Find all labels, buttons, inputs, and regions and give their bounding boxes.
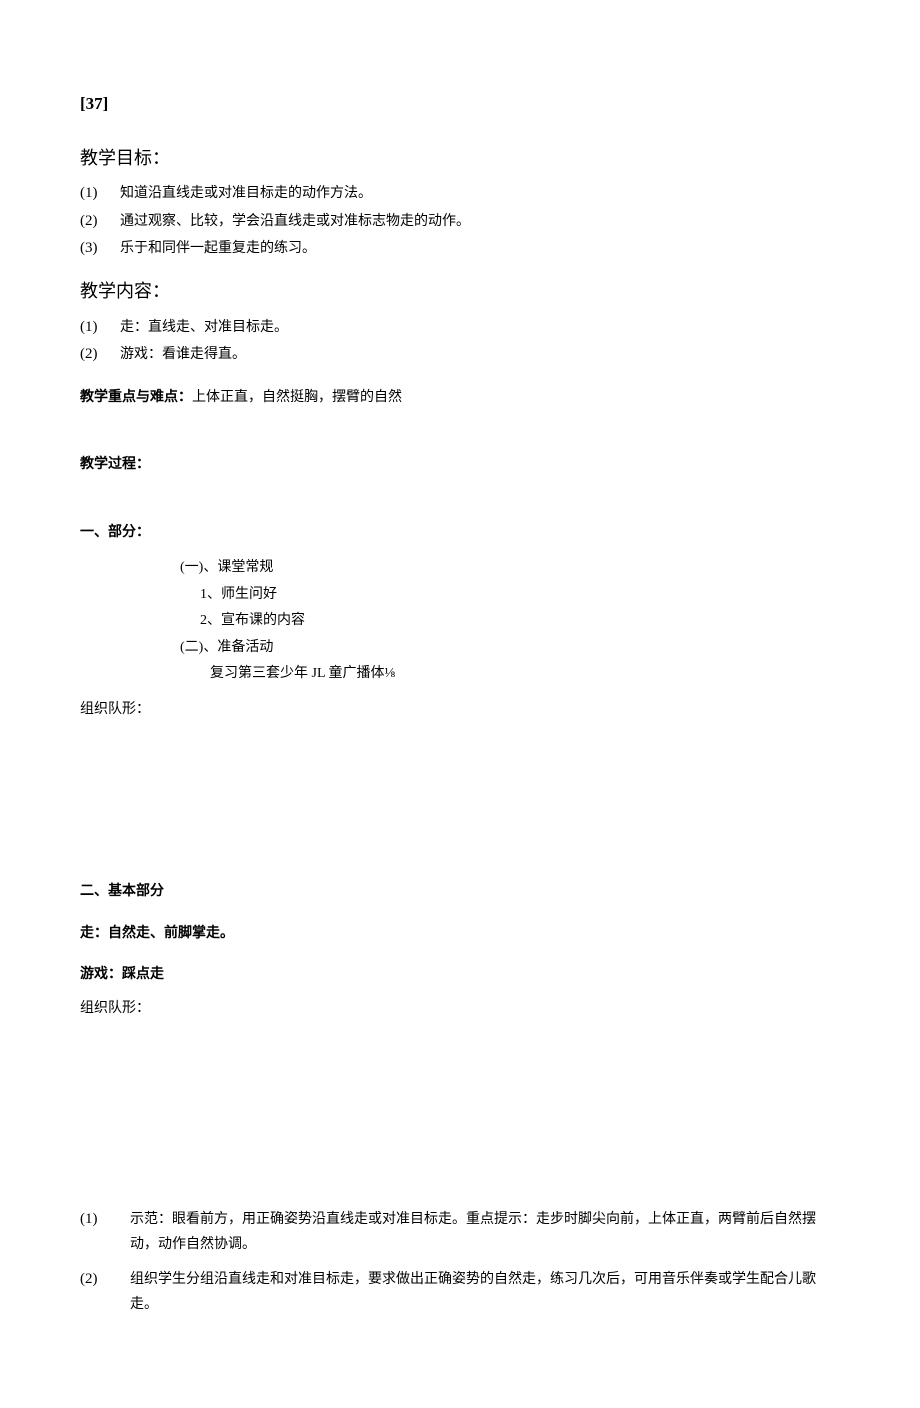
list-text: 组织学生分组沿直线走和对准目标走，要求做出正确姿势的自然走，练习几次后，可用音乐… <box>130 1267 840 1317</box>
list-marker: (2) <box>80 209 120 235</box>
part1-block: (一)、课堂常规 1、师生问好 2、宣布课的内容 (二)、准备活动 复习第三套少… <box>180 555 840 688</box>
list-item: (1) 示范：眼看前方，用正确姿势沿直线走或对准目标走。重点提示：走步时脚尖向前… <box>80 1207 840 1257</box>
p1-b: (二)、准备活动 <box>180 635 840 662</box>
p1-a1: 1、师生问好 <box>180 582 840 609</box>
list-text: 知道沿直线走或对准目标走的动作方法。 <box>120 182 840 206</box>
p1-a2: 2、宣布课的内容 <box>180 608 840 635</box>
keydiff-label: 教学重点与难点： <box>80 390 192 405</box>
list-marker: (1) <box>80 315 120 341</box>
p1-b1: 复习第三套少年 JL 童广播体⅛ <box>180 661 840 688</box>
heading-goals: 教学目标： <box>80 143 840 174</box>
heading-process: 教学过程： <box>80 453 840 477</box>
heading-walk: 走：自然走、前脚掌走。 <box>80 922 840 946</box>
list-text: 游戏：看谁走得直。 <box>120 343 840 367</box>
list-item: (2) 组织学生分组沿直线走和对准目标走，要求做出正确姿势的自然走，练习几次后，… <box>80 1267 840 1317</box>
page-number: [37] <box>80 90 840 119</box>
bottom-list: (1) 示范：眼看前方，用正确姿势沿直线走或对准目标走。重点提示：走步时脚尖向前… <box>80 1207 840 1318</box>
list-item: (1) 知道沿直线走或对准目标走的动作方法。 <box>80 181 840 207</box>
list-marker: (2) <box>80 1267 130 1293</box>
formation-2: 组织队形： <box>80 997 840 1021</box>
list-marker: (1) <box>80 181 120 207</box>
list-text: 通过观察、比较，学会沿直线走或对准标志物走的动作。 <box>120 210 840 234</box>
list-text: 走：直线走、对准目标走。 <box>120 316 840 340</box>
keydiff-value: 上体正直，自然挺胸，摆臂的自然 <box>192 390 402 405</box>
p1-a: (一)、课堂常规 <box>180 555 840 582</box>
heading-content: 教学内容： <box>80 276 840 307</box>
heading-game: 游戏：踩点走 <box>80 963 840 987</box>
list-item: (3) 乐于和同伴一起重复走的练习。 <box>80 236 840 262</box>
heading-part2: 二、基本部分 <box>80 880 840 904</box>
formation-1: 组织队形： <box>80 698 840 722</box>
list-item: (2) 游戏：看谁走得直。 <box>80 342 840 368</box>
list-item: (1) 走：直线走、对准目标走。 <box>80 315 840 341</box>
list-marker: (1) <box>80 1207 130 1233</box>
list-marker: (3) <box>80 236 120 262</box>
content-list: (1) 走：直线走、对准目标走。 (2) 游戏：看谁走得直。 <box>80 315 840 368</box>
list-text: 示范：眼看前方，用正确姿势沿直线走或对准目标走。重点提示：走步时脚尖向前，上体正… <box>130 1207 840 1257</box>
list-marker: (2) <box>80 342 120 368</box>
list-text: 乐于和同伴一起重复走的练习。 <box>120 237 840 261</box>
goals-list: (1) 知道沿直线走或对准目标走的动作方法。 (2) 通过观察、比较，学会沿直线… <box>80 181 840 262</box>
list-item: (2) 通过观察、比较，学会沿直线走或对准标志物走的动作。 <box>80 209 840 235</box>
heading-keydiff: 教学重点与难点：上体正直，自然挺胸，摆臂的自然 <box>80 386 840 410</box>
heading-part1: 一、部分： <box>80 521 840 545</box>
